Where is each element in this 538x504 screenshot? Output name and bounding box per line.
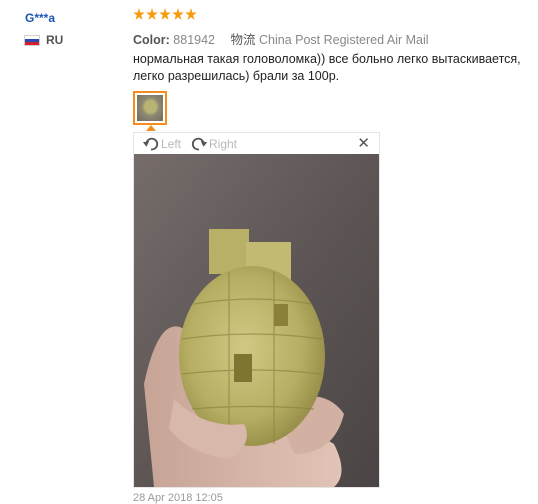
reviewer-country: RU [24,33,63,47]
review-photo [134,154,379,487]
viewer-toolbar: Left Right ✕ [134,133,379,155]
shipping-label: 物流 [230,33,256,47]
review-date: 28 Apr 2018 12:05 [133,492,223,504]
color-label: Color: [133,33,170,47]
color-value: 881942 [173,33,216,47]
star-icon [172,8,184,20]
puzzle-photo-image [134,154,379,487]
russia-flag-icon [24,34,40,46]
rotate-right-button[interactable]: Right [190,135,237,153]
star-rating [133,8,198,21]
rotate-left-button[interactable]: Left [142,135,181,153]
country-code: RU [46,33,64,47]
thumbnail-image [137,95,163,121]
rotate-left-label: Left [161,137,182,151]
thumbnail-pointer [146,125,156,131]
star-icon [159,8,171,20]
reviewer-name[interactable]: G***a [25,11,55,25]
star-icon [133,8,145,20]
review-text: нормальная такая головоломка)) все больн… [133,52,521,83]
rotate-right-label: Right [209,137,238,151]
rotate-right-icon [191,137,208,151]
rotate-left-icon [142,137,159,151]
close-icon[interactable]: ✕ [357,136,370,152]
star-icon [185,8,197,20]
order-attributes: Color: 881942 物流 China Post Registered A… [133,29,429,48]
review-image-thumbnail[interactable] [133,91,167,125]
image-viewer: Left Right ✕ [133,132,380,488]
shipping-value: China Post Registered Air Mail [259,33,429,47]
star-icon [146,8,158,20]
